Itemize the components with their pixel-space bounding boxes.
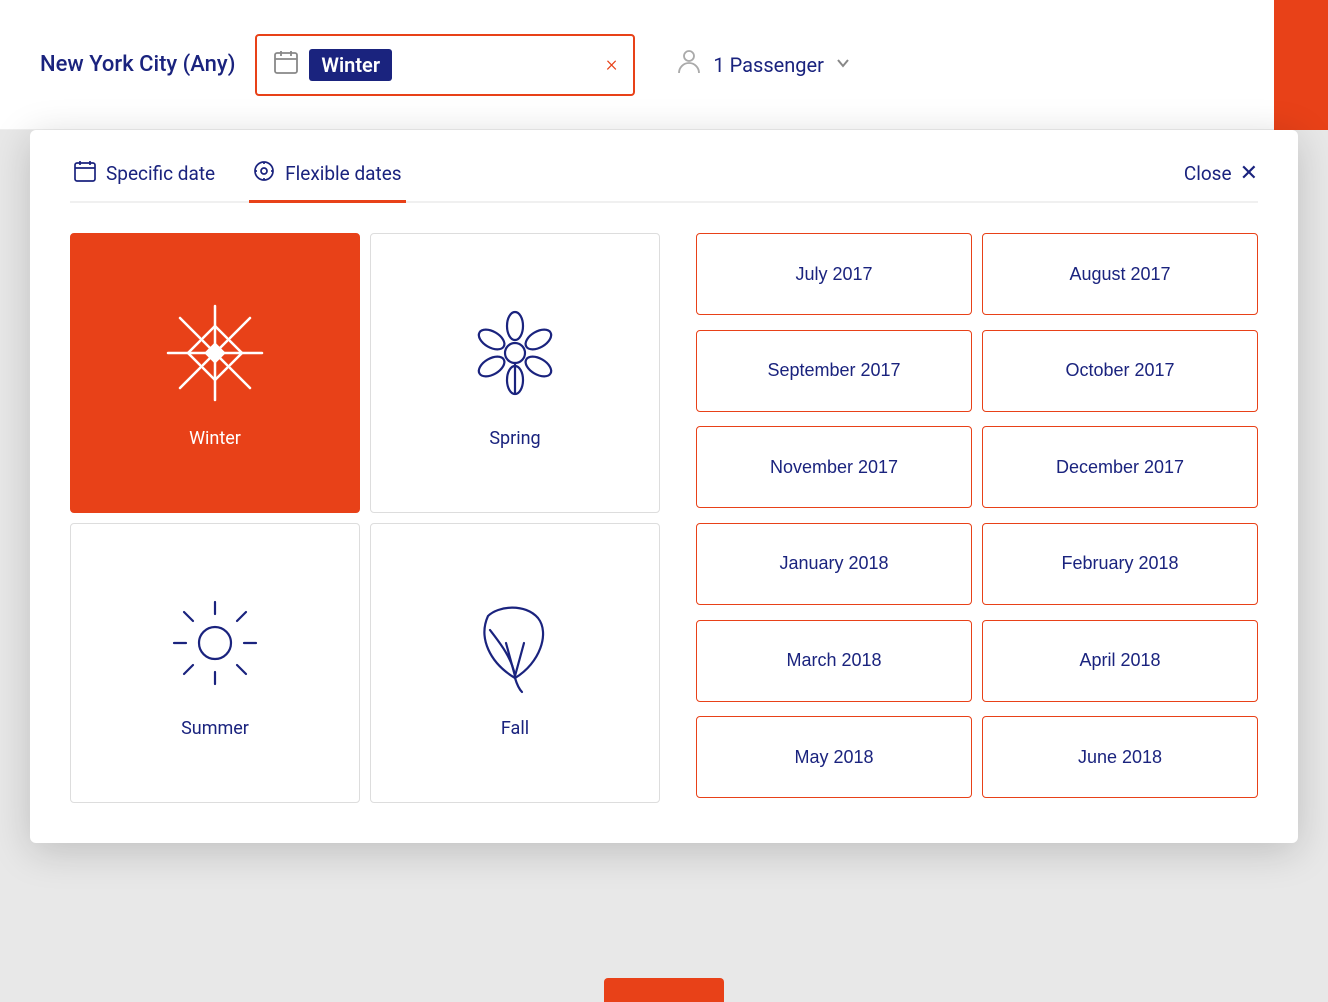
season-spring[interactable]: Spring [370, 233, 660, 513]
season-fall[interactable]: Fall [370, 523, 660, 803]
flexible-dates-label: Flexible dates [285, 162, 401, 185]
close-icon: ✕ [1240, 161, 1258, 186]
month-button-july-2017[interactable]: July 2017 [696, 233, 972, 315]
tab-specific-date[interactable]: Specific date [70, 160, 219, 201]
passenger-count: 1 Passenger [713, 53, 824, 77]
passenger-selector[interactable]: 1 Passenger [675, 47, 852, 82]
summer-icon [160, 588, 270, 702]
month-button-september-2017[interactable]: September 2017 [696, 330, 972, 412]
month-button-april-2018[interactable]: April 2018 [982, 620, 1258, 702]
month-button-june-2018[interactable]: June 2018 [982, 716, 1258, 798]
season-summer[interactable]: Summer [70, 523, 360, 803]
summer-label: Summer [181, 718, 249, 739]
month-button-august-2017[interactable]: August 2017 [982, 233, 1258, 315]
months-grid: July 2017August 2017September 2017Octobe… [696, 233, 1258, 803]
content-area: Winter [70, 233, 1258, 803]
spring-icon [460, 298, 570, 412]
header-bar: New York City (Any) Winter × 1 Passenger [0, 0, 1328, 130]
spring-label: Spring [489, 428, 540, 449]
calendar-tab-icon [74, 160, 96, 187]
seasons-grid: Winter [70, 233, 660, 803]
date-picker-dropdown: Specific date Flexible dates Close ✕ [30, 130, 1298, 843]
close-button[interactable]: Close ✕ [1184, 161, 1258, 200]
tabs-row: Specific date Flexible dates Close ✕ [70, 160, 1258, 203]
month-button-march-2018[interactable]: March 2018 [696, 620, 972, 702]
month-button-november-2017[interactable]: November 2017 [696, 426, 972, 508]
chevron-down-icon [834, 54, 852, 76]
specific-date-label: Specific date [106, 162, 215, 185]
date-input[interactable]: Winter × [255, 34, 635, 96]
month-button-october-2017[interactable]: October 2017 [982, 330, 1258, 412]
tab-flexible-dates[interactable]: Flexible dates [249, 160, 405, 201]
winter-icon [160, 298, 270, 412]
bottom-cta[interactable] [604, 978, 724, 1002]
orange-strip [1274, 0, 1328, 130]
month-button-january-2018[interactable]: January 2018 [696, 523, 972, 605]
close-label: Close [1184, 162, 1232, 185]
fall-label: Fall [501, 718, 529, 739]
winter-label: Winter [189, 428, 241, 449]
selected-date-badge: Winter [309, 49, 392, 81]
person-icon [675, 47, 703, 82]
calendar-icon [273, 49, 299, 81]
month-button-february-2018[interactable]: February 2018 [982, 523, 1258, 605]
month-button-may-2018[interactable]: May 2018 [696, 716, 972, 798]
fall-icon [460, 588, 570, 702]
season-winter[interactable]: Winter [70, 233, 360, 513]
month-button-december-2017[interactable]: December 2017 [982, 426, 1258, 508]
city-label: New York City (Any) [40, 52, 235, 77]
flexible-tab-icon [253, 160, 275, 187]
clear-date-icon[interactable]: × [606, 52, 618, 77]
